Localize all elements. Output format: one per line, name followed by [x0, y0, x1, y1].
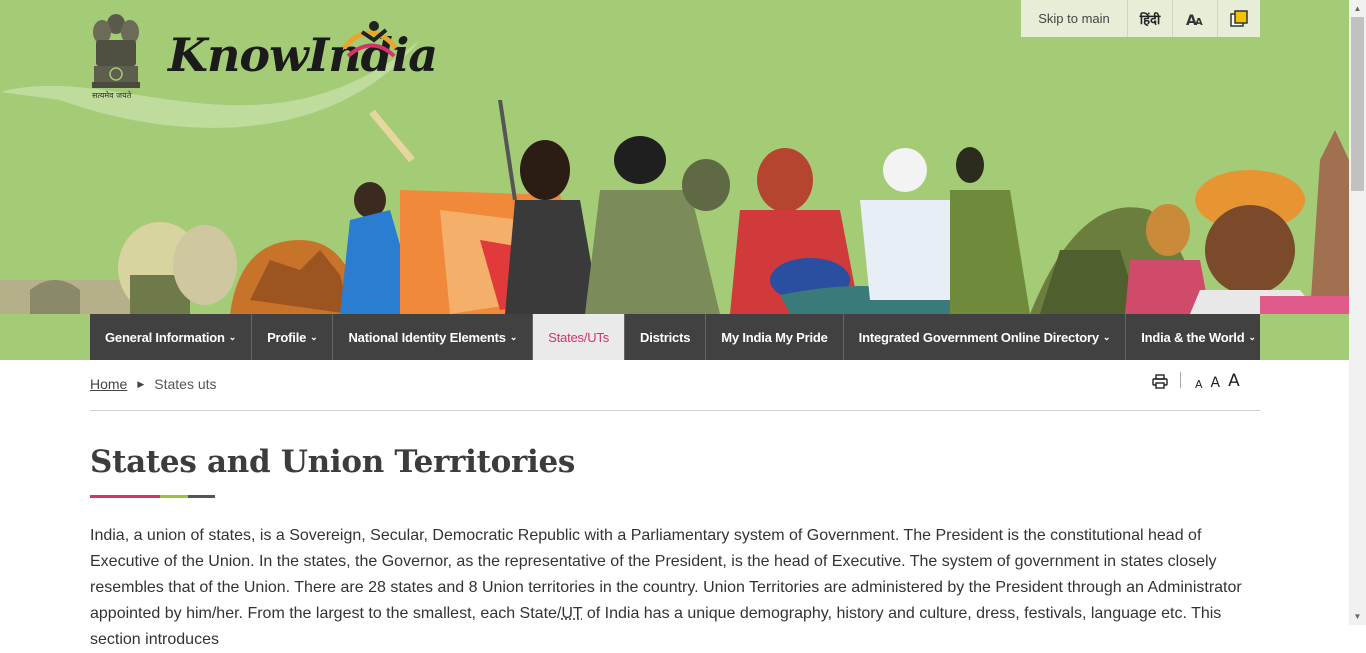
vertical-scrollbar[interactable]: ▲ ▼ [1349, 0, 1366, 625]
banner-collage-image [0, 100, 1349, 314]
nav-states-uts[interactable]: States/UTs [533, 314, 626, 360]
nav-general-information[interactable]: General Information ⌄ [90, 314, 253, 360]
nav-label: National Identity Elements [348, 329, 506, 345]
nav-districts[interactable]: Districts [625, 314, 707, 360]
page-tools: A A A [1152, 372, 1240, 390]
ut-abbreviation: UT [561, 605, 583, 622]
breadcrumb: Home ▶ States uts [90, 376, 217, 392]
nav-integrated-government-online-directory[interactable]: Integrated Government Online Directory ⌄ [844, 314, 1127, 360]
national-emblem-icon[interactable] [88, 10, 144, 102]
main-navigation: General Information ⌄ Profile ⌄ National I… [90, 314, 1260, 360]
nav-label: States/UTs [548, 329, 610, 345]
scroll-down-arrow-icon[interactable]: ▼ [1349, 608, 1366, 625]
nav-label: Profile [267, 329, 307, 345]
nav-national-identity-elements[interactable]: National Identity Elements ⌄ [333, 314, 534, 360]
font-size-small-button[interactable]: A [1195, 379, 1203, 390]
font-size-large-button[interactable]: A [1228, 373, 1240, 390]
nav-label: My India My Pride [721, 329, 828, 345]
site-header: सत्यमेव जयते KnowIndia Skip to main हिंद… [0, 0, 1349, 360]
skip-to-main-link[interactable]: Skip to main [1021, 0, 1127, 37]
svg-text:A: A [1195, 17, 1203, 27]
intro-paragraph: India, a union of states, is a Sovereign… [90, 523, 1260, 653]
chevron-down-icon: ⌄ [310, 331, 318, 342]
page-title: States and Union Territories [90, 444, 576, 480]
scrollbar-thumb[interactable] [1351, 17, 1364, 191]
print-icon[interactable] [1152, 374, 1168, 389]
divider [1180, 372, 1181, 388]
nav-india-and-the-world[interactable]: India & the World ⌄ [1126, 314, 1271, 360]
chevron-down-icon: ⌄ [1102, 331, 1111, 342]
caret-right-icon: ▶ [137, 378, 145, 389]
chevron-down-icon: ⌄ [228, 331, 237, 342]
nav-label: Integrated Government Online Directory [858, 329, 1099, 345]
breadcrumb-home-link[interactable]: Home [90, 376, 127, 392]
divider [90, 410, 1260, 411]
title-underline [90, 495, 215, 498]
contrast-icon[interactable] [1217, 0, 1260, 37]
nav-profile[interactable]: Profile ⌄ [252, 314, 334, 360]
breadcrumb-current: States uts [154, 376, 217, 392]
nav-label: Districts [640, 329, 691, 345]
hindi-language-link[interactable]: हिंदी [1127, 0, 1172, 37]
nav-label: India & the World [1141, 329, 1245, 345]
underline-segment-green [160, 495, 188, 498]
font-size-medium-button[interactable]: A [1211, 376, 1221, 390]
logo-figure-icon [342, 21, 398, 58]
chevron-down-icon: ⌄ [1248, 331, 1256, 342]
top-toolbar: Skip to main हिंदी AA [1021, 0, 1260, 37]
chevron-down-icon: ⌄ [509, 331, 518, 342]
scroll-up-arrow-icon[interactable]: ▲ [1349, 0, 1366, 17]
nav-my-india-my-pride[interactable]: My India My Pride [706, 314, 844, 360]
font-size-icon[interactable]: AA [1172, 0, 1217, 37]
nav-label: General Information [105, 329, 225, 345]
underline-segment-gray [188, 495, 215, 498]
underline-segment-pink [90, 495, 160, 498]
